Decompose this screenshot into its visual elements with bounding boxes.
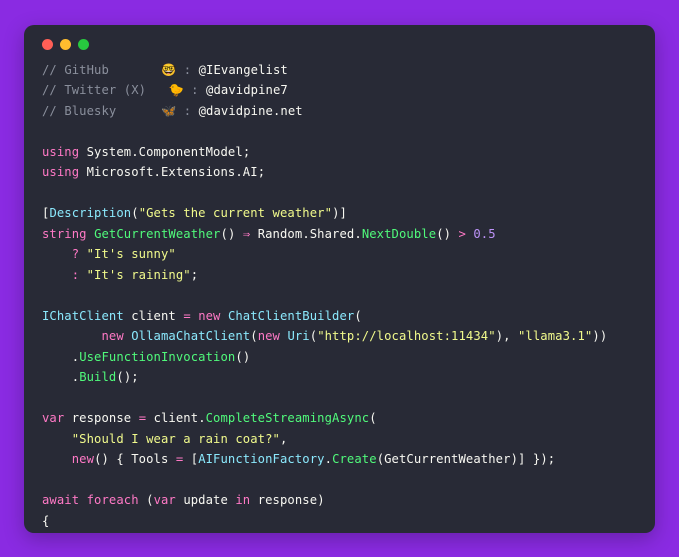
comment-twitter: // Twitter (X) 🐤 : @davidpine7: [42, 83, 288, 97]
minimize-icon[interactable]: [60, 39, 71, 50]
bluesky-handle: @davidpine.net: [199, 104, 303, 118]
maximize-icon[interactable]: [78, 39, 89, 50]
get-current-weather-fn: GetCurrentWeather: [94, 227, 220, 241]
comment-github: // GitHub 🤓 : @IEvangelist: [42, 63, 288, 77]
comment-bluesky: // Bluesky 🦋 : @davidpine.net: [42, 104, 303, 118]
github-handle: @IEvangelist: [199, 63, 288, 77]
using-keyword: using: [42, 145, 79, 159]
ichatclient-type: IChatClient: [42, 309, 124, 323]
traffic-lights: [42, 39, 637, 50]
description-attribute: Description: [49, 206, 131, 220]
code-window: // GitHub 🤓 : @IEvangelist // Twitter (X…: [24, 25, 655, 533]
bluesky-emoji-icon: 🦋: [161, 104, 176, 118]
github-emoji-icon: 🤓: [161, 63, 176, 77]
twitter-emoji-icon: 🐤: [168, 83, 183, 97]
twitter-handle: @davidpine7: [206, 83, 288, 97]
close-icon[interactable]: [42, 39, 53, 50]
code-block: // GitHub 🤓 : @IEvangelist // Twitter (X…: [42, 60, 637, 533]
